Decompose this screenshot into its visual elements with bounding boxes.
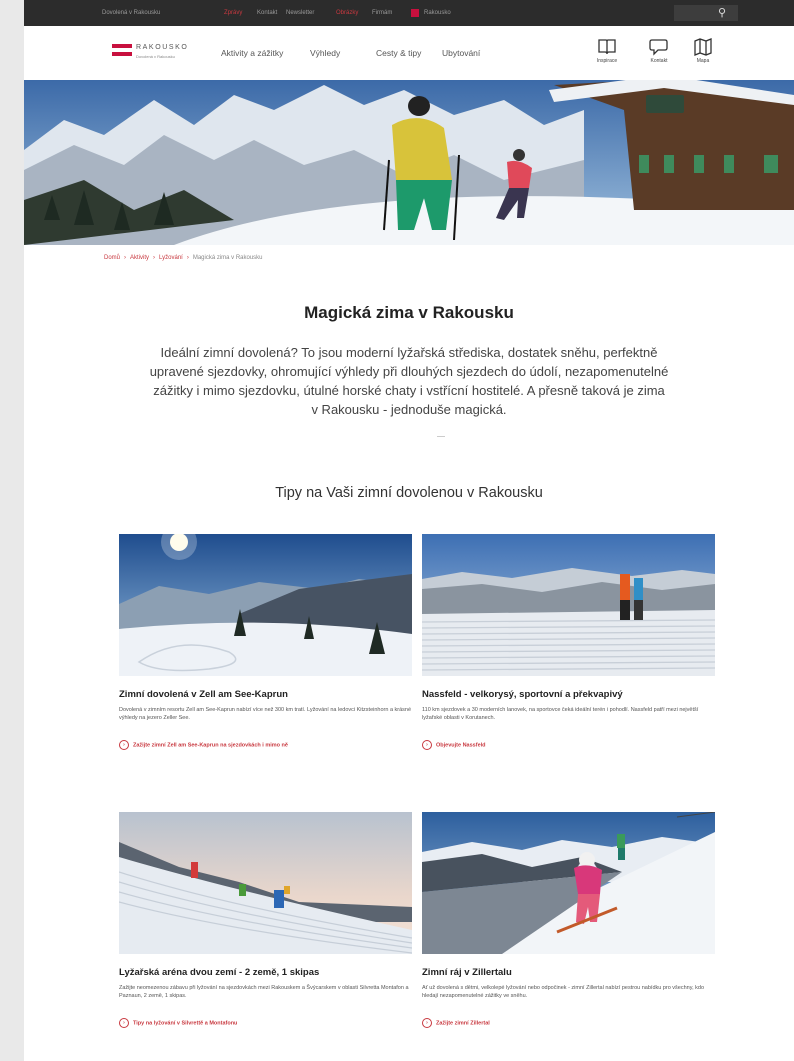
logo-name: RAKOUSKO bbox=[136, 44, 189, 51]
card-link[interactable]: › Tipy na lyžování v Silvrettě a Montafon… bbox=[119, 1018, 412, 1028]
arrow-right-icon: › bbox=[119, 1018, 129, 1028]
card-title[interactable]: Lyžařská aréna dvou zemí - 2 země, 1 ski… bbox=[119, 967, 412, 978]
card-link[interactable]: › Zažijte zimní Zell am See-Kaprun na sje… bbox=[119, 740, 412, 750]
nav-item-accommodation[interactable]: Ubytování bbox=[442, 48, 480, 58]
card-title[interactable]: Zimní dovolená v Zell am See-Kaprun bbox=[119, 689, 412, 700]
chevron-right-icon: › bbox=[124, 255, 127, 261]
card-link-label: Objevujte Nassfeld bbox=[436, 742, 486, 749]
austria-flag-icon bbox=[112, 44, 132, 56]
top-bar: Dovolená v Rakousku Zprávy Kontakt Newsl… bbox=[24, 0, 794, 26]
topbar-link[interactable]: Kontakt bbox=[257, 8, 277, 18]
breadcrumb-item[interactable]: Domů bbox=[104, 255, 120, 261]
section-title: Tipy na Vaši zimní dovolenou v Rakousku bbox=[275, 485, 543, 501]
topbar-link[interactable]: Firmám bbox=[372, 8, 392, 18]
topbar-link[interactable]: Dovolená v Rakousku bbox=[102, 8, 160, 18]
card-title[interactable]: Nassfeld - velkorysý, sportovní a překva… bbox=[422, 689, 715, 700]
card-link[interactable]: › Objevujte Nassfeld bbox=[422, 740, 715, 750]
chevron-right-icon: › bbox=[153, 255, 156, 261]
card-description: Dovolená v zimním resortu Zell am See-Ka… bbox=[119, 707, 412, 721]
divider bbox=[437, 436, 445, 437]
search-input[interactable] bbox=[674, 5, 738, 21]
breadcrumb-item[interactable]: Lyžování bbox=[159, 255, 183, 261]
breadcrumb-current: Magická zima v Rakousku bbox=[192, 255, 263, 261]
arrow-right-icon: › bbox=[422, 740, 432, 750]
map-icon bbox=[694, 38, 712, 56]
contact-label: Kontakt bbox=[650, 58, 668, 64]
language-selector[interactable]: Rakousko bbox=[424, 8, 451, 18]
logo[interactable]: RAKOUSKO Dovolená v Rakousku bbox=[112, 44, 187, 66]
book-icon bbox=[598, 39, 616, 55]
nav-item-activities[interactable]: Aktivity a zážitky bbox=[221, 48, 283, 58]
logo-sub: Dovolená v Rakousku bbox=[136, 54, 175, 59]
card-image[interactable] bbox=[422, 812, 715, 954]
tip-card[interactable]: Zimní ráj v Zillertalu Ať už dovolená s … bbox=[422, 812, 715, 1028]
map-label: Mapa bbox=[696, 58, 710, 64]
card-title[interactable]: Zimní ráj v Zillertalu bbox=[422, 967, 715, 978]
search-icon[interactable]: ⚲ bbox=[718, 6, 726, 20]
card-description: Ať už dovolená s dětmi, velkolepé lyžová… bbox=[422, 985, 705, 999]
nav-item-views[interactable]: Výhledy bbox=[310, 48, 340, 58]
chevron-right-icon: › bbox=[186, 255, 189, 261]
nav-item-travel-tips[interactable]: Cesty & tipy bbox=[376, 48, 421, 58]
header: RAKOUSKO Dovolená v Rakousku Aktivity a … bbox=[24, 26, 794, 80]
breadcrumb-item[interactable]: Aktivity bbox=[130, 255, 149, 261]
tip-card[interactable]: Zimní dovolená v Zell am See-Kaprun Dovo… bbox=[119, 534, 412, 750]
card-description: 110 km sjezdovek a 30 moderních lanovek,… bbox=[422, 707, 699, 721]
page-title: Magická zima v Rakousku bbox=[304, 303, 514, 322]
page: Dovolená v Rakousku Zprávy Kontakt Newsl… bbox=[24, 0, 794, 1061]
tip-card[interactable]: Nassfeld - velkorysý, sportovní a překva… bbox=[422, 534, 715, 750]
card-image[interactable] bbox=[119, 534, 412, 676]
card-image[interactable] bbox=[119, 812, 412, 954]
topbar-link[interactable]: Obrázky bbox=[336, 8, 358, 18]
breadcrumb: Domů › Aktivity › Lyžování › Magická zima v Ra… bbox=[104, 253, 263, 263]
card-link-label: Zažijte zimní Zell am See-Kaprun na sjez… bbox=[133, 742, 288, 749]
card-image[interactable] bbox=[422, 534, 715, 676]
inspiration-button[interactable]: Inspirace bbox=[588, 38, 626, 78]
contact-button[interactable]: Kontakt bbox=[640, 38, 678, 78]
tip-card[interactable]: Lyžařská aréna dvou zemí - 2 země, 1 ski… bbox=[119, 812, 412, 1028]
arrow-right-icon: › bbox=[119, 740, 129, 750]
topbar-link[interactable]: Newsletter bbox=[286, 8, 314, 18]
topbar-link[interactable]: Zprávy bbox=[224, 8, 242, 18]
inspiration-label: Inspirace bbox=[596, 58, 618, 64]
arrow-right-icon: › bbox=[422, 1018, 432, 1028]
card-link[interactable]: › Zažijte zimní Zillertal bbox=[422, 1018, 715, 1028]
card-description: Zažijte neomezenou zábavu při lyžování n… bbox=[119, 985, 409, 999]
intro-text: Ideální zimní dovolená? To jsou moderní … bbox=[149, 345, 669, 417]
flag-icon bbox=[411, 9, 419, 17]
card-link-label: Zažijte zimní Zillertal bbox=[436, 1020, 490, 1027]
card-link-label: Tipy na lyžování v Silvrettě a Montafonu bbox=[133, 1020, 238, 1027]
hero-image bbox=[24, 80, 794, 245]
chat-icon bbox=[649, 39, 668, 56]
map-button[interactable]: Mapa bbox=[684, 38, 722, 78]
